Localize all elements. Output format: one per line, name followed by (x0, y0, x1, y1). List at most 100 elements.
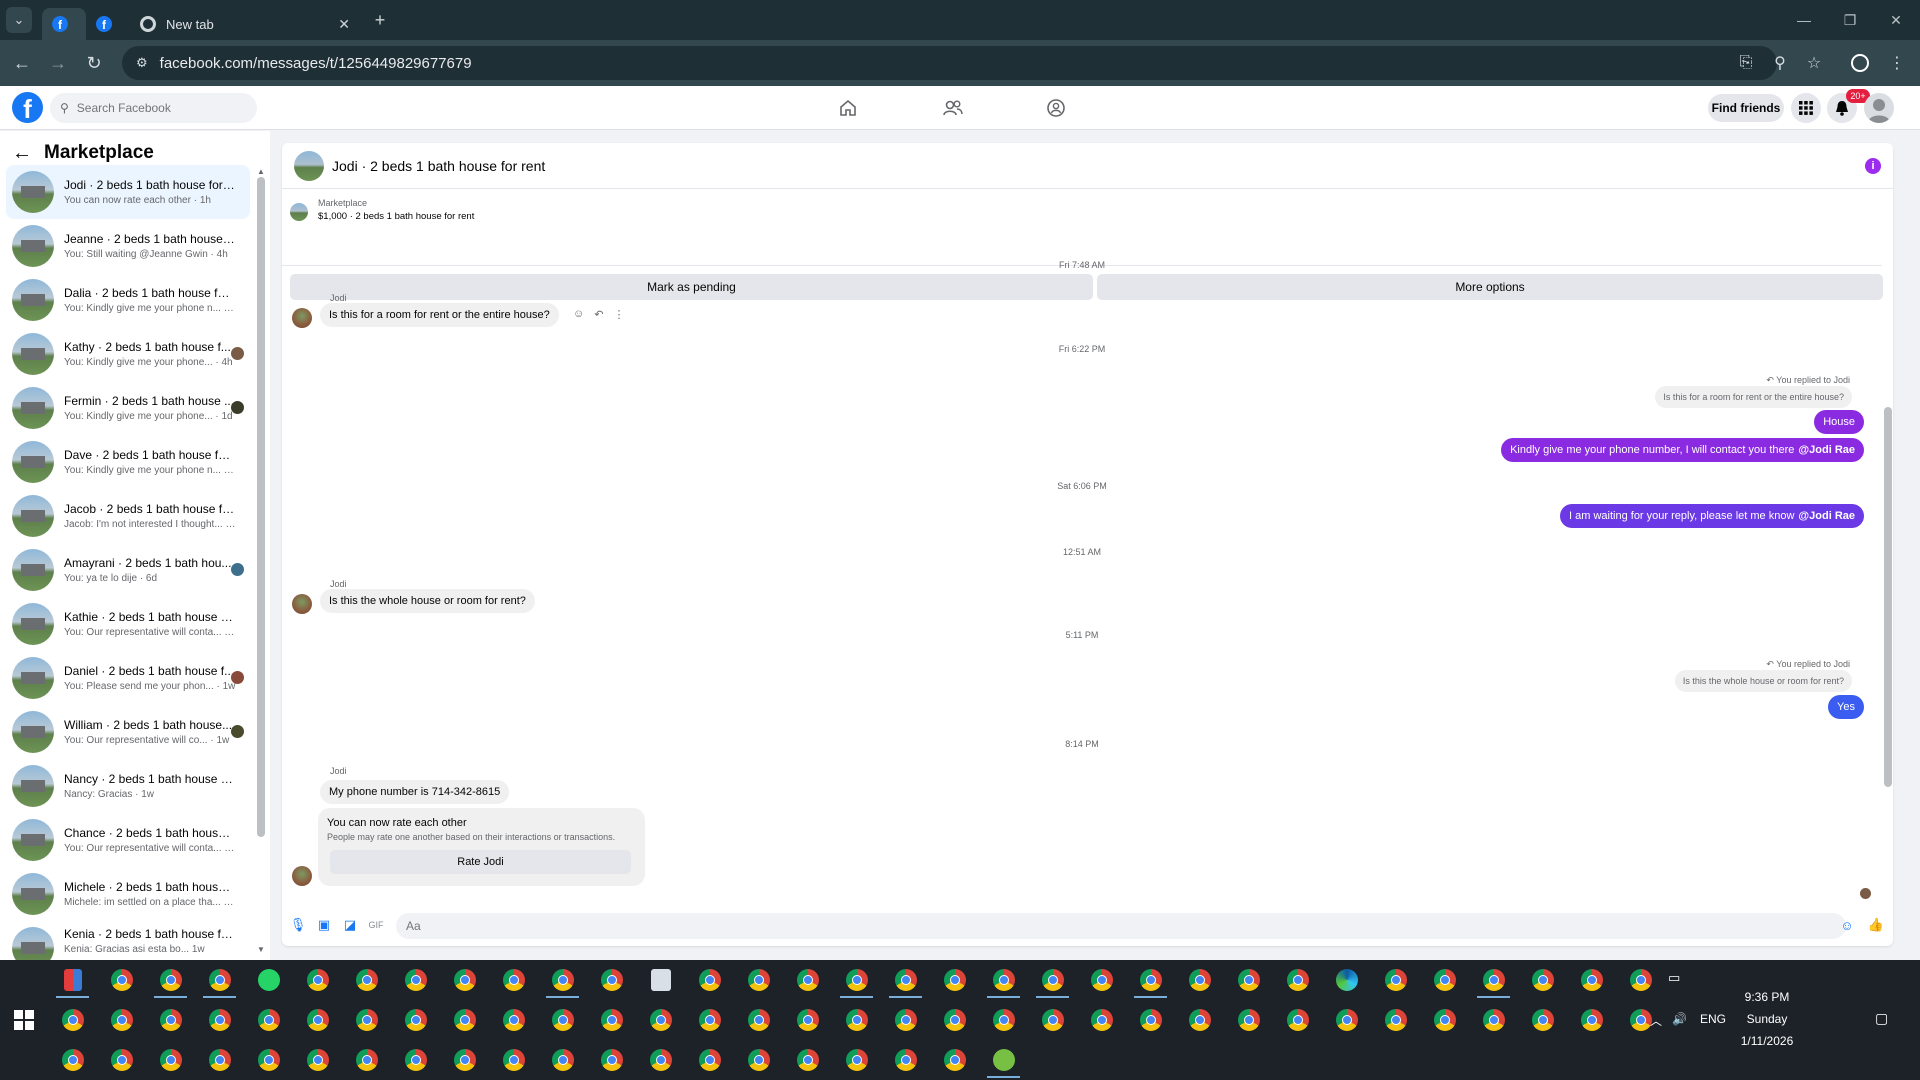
react-emoji-icon[interactable]: ☺ (573, 308, 584, 321)
account-avatar[interactable] (1864, 93, 1894, 123)
taskbar-app-button[interactable] (1322, 1000, 1371, 1040)
taskbar-app-button[interactable] (734, 1000, 783, 1040)
conversation-item[interactable]: Kathie · 2 beds 1 bath house for... You: … (6, 597, 250, 651)
install-app-icon[interactable]: ⎘ (1729, 46, 1763, 80)
like-thumbs-up-icon[interactable]: 👍 (1868, 917, 1884, 933)
clock-time[interactable]: 9:36 PM (1732, 990, 1802, 1004)
chat-scrollbar[interactable] (1884, 271, 1892, 901)
taskbar-app-button[interactable] (1175, 1000, 1224, 1040)
taskbar-app-button[interactable] (195, 1040, 244, 1080)
taskbar-app-button[interactable] (685, 960, 734, 1000)
taskbar-app-button[interactable] (1371, 960, 1420, 1000)
gif-icon[interactable]: GIF (368, 917, 384, 933)
outgoing-message[interactable]: Kindly give me your phone number, I will… (1501, 438, 1864, 462)
minimize-icon[interactable]: — (1781, 0, 1827, 40)
language-indicator[interactable]: ENG (1700, 1012, 1726, 1026)
taskbar-app-button[interactable] (685, 1000, 734, 1040)
conversation-item[interactable]: Dave · 2 beds 1 bath house for r... You: … (6, 435, 250, 489)
tab-facebook-1[interactable]: f (42, 8, 86, 40)
taskbar-app-button[interactable] (832, 1040, 881, 1080)
taskbar-app-button[interactable] (1469, 1000, 1518, 1040)
taskbar-app-button[interactable] (881, 1000, 930, 1040)
windows-start-icon[interactable] (14, 1010, 34, 1030)
outgoing-message[interactable]: I am waiting for your reply, please let … (1560, 504, 1864, 528)
taskbar-app-button[interactable] (1224, 960, 1273, 1000)
taskbar-app-button[interactable] (391, 960, 440, 1000)
mention[interactable]: @Jodi Rae (1798, 510, 1855, 522)
conversation-item[interactable]: Jodi · 2 beds 1 bath house for r... You c… (6, 165, 250, 219)
restore-icon[interactable]: ❐ (1827, 0, 1873, 40)
tab-facebook-2[interactable]: f (86, 8, 130, 40)
tab-search-chevron-icon[interactable]: ⌄ (6, 7, 32, 33)
taskbar-app-button[interactable] (1273, 1000, 1322, 1040)
scroll-down-arrow-icon[interactable]: ▼ (257, 945, 265, 954)
taskbar-app-button[interactable] (930, 960, 979, 1000)
taskbar-app-button[interactable] (244, 1040, 293, 1080)
reply-quote[interactable]: Is this for a room for rent or the entir… (1655, 386, 1852, 408)
incoming-message[interactable]: Is this the whole house or room for rent… (320, 589, 535, 613)
incoming-message[interactable]: My phone number is 714-342-8615 (320, 780, 510, 804)
more-actions-icon[interactable]: ⋮ (613, 308, 624, 321)
taskbar-app-button[interactable] (146, 960, 195, 1000)
conversation-item[interactable]: Nancy · 2 beds 1 bath house for... Nancy:… (6, 759, 250, 813)
taskbar-app-button[interactable] (685, 1040, 734, 1080)
jodi-avatar[interactable] (292, 308, 312, 328)
taskbar-app-button[interactable] (587, 1000, 636, 1040)
taskbar-app-button[interactable] (1420, 1000, 1469, 1040)
taskbar-app-button[interactable] (489, 1000, 538, 1040)
taskbar-app-button[interactable] (979, 960, 1028, 1000)
taskbar-app-button[interactable] (1371, 1000, 1420, 1040)
listing-price-title[interactable]: $1,000 · 2 beds 1 bath house for rent (318, 211, 474, 222)
jodi-avatar[interactable] (292, 594, 312, 614)
find-friends-button[interactable]: Find friends (1708, 94, 1784, 122)
bookmark-star-icon[interactable]: ☆ (1797, 46, 1831, 80)
taskbar-app-button[interactable] (489, 960, 538, 1000)
taskbar-app-button[interactable] (146, 1000, 195, 1040)
conversation-item[interactable]: Kenia · 2 beds 1 bath house for ... Kenia… (6, 921, 250, 961)
listing-thumbnail[interactable] (290, 203, 308, 221)
volume-icon[interactable]: 🔊 (1672, 1012, 1687, 1026)
conversation-item[interactable]: Daniel · 2 beds 1 bath house f... You: Pl… (6, 651, 250, 705)
taskbar-app-button[interactable] (293, 1040, 342, 1080)
close-window-icon[interactable]: ✕ (1873, 0, 1919, 40)
clock-day[interactable]: Sunday (1732, 1012, 1802, 1026)
taskbar-app-button[interactable] (1126, 1000, 1175, 1040)
forward-arrow-icon[interactable]: → (40, 45, 76, 81)
taskbar-app-button[interactable] (587, 960, 636, 1000)
taskbar-app-button[interactable] (391, 1000, 440, 1040)
conversation-item[interactable]: Chance · 2 beds 1 bath house fo... You: O… (6, 813, 250, 867)
conversation-item[interactable]: Dalia · 2 beds 1 bath house for r... You:… (6, 273, 250, 327)
taskbar-app-button[interactable] (97, 960, 146, 1000)
reply-quote[interactable]: Is this the whole house or room for rent… (1674, 670, 1852, 692)
taskbar-app-button[interactable] (832, 960, 881, 1000)
home-icon[interactable] (834, 94, 862, 122)
taskbar-app-button[interactable] (440, 960, 489, 1000)
taskbar-app-button[interactable] (1028, 960, 1077, 1000)
listing-avatar[interactable] (294, 150, 324, 181)
facebook-logo-icon[interactable]: f (12, 92, 43, 123)
taskbar-app-button[interactable] (195, 960, 244, 1000)
back-arrow-icon[interactable]: ← (4, 45, 40, 81)
taskbar-app-button[interactable] (440, 1000, 489, 1040)
taskbar-app-button[interactable] (1273, 960, 1322, 1000)
taskbar-app-button[interactable] (636, 1000, 685, 1040)
new-tab-plus-icon[interactable]: + (366, 6, 394, 34)
reply-icon[interactable]: ↶ (594, 308, 603, 321)
menu-grid-icon[interactable] (1791, 93, 1821, 123)
taskbar-app-button[interactable] (734, 1040, 783, 1080)
taskbar-app-button[interactable] (146, 1040, 195, 1080)
taskbar-app-button[interactable] (195, 1000, 244, 1040)
taskbar-app-button[interactable] (832, 1000, 881, 1040)
taskbar-app-button[interactable] (930, 1040, 979, 1080)
taskbar-app-button[interactable] (97, 1040, 146, 1080)
browser-menu-icon[interactable]: ⋮ (1880, 46, 1914, 80)
scroll-up-arrow-icon[interactable]: ▲ (257, 167, 265, 176)
show-hidden-icons-icon[interactable]: ︿ (1650, 1012, 1662, 1029)
taskbar-app-button[interactable] (97, 1000, 146, 1040)
taskbar-app-button[interactable] (1518, 1000, 1567, 1040)
taskbar-app-button[interactable] (1077, 1000, 1126, 1040)
site-info-icon[interactable]: ⚙ (136, 55, 148, 71)
photo-icon[interactable]: ▣ (316, 917, 332, 933)
omnibox[interactable]: ⚙ facebook.com/messages/t/12564498296776… (122, 46, 1777, 80)
taskbar-app-button[interactable] (244, 960, 293, 1000)
